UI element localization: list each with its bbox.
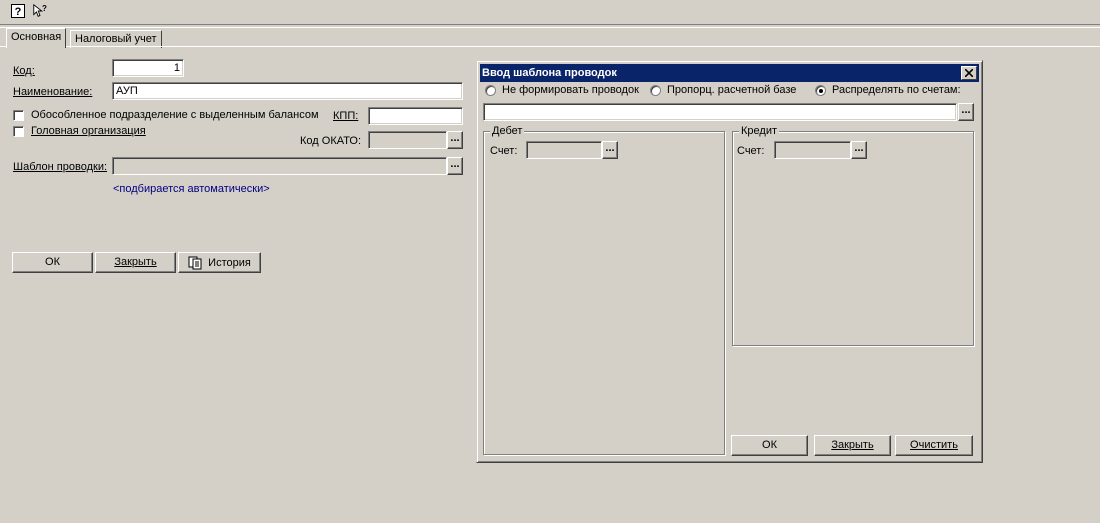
- toolbar-divider: [0, 24, 1100, 28]
- head-org-label: Головная организация: [31, 125, 146, 137]
- kpp-field[interactable]: [368, 107, 463, 125]
- debit-account-browse-button[interactable]: ...: [602, 141, 618, 159]
- dialog-ok-button[interactable]: ОК: [731, 435, 808, 456]
- head-org-checkbox[interactable]: [13, 126, 24, 137]
- separate-unit-checkbox[interactable]: [13, 110, 24, 121]
- credit-account-field[interactable]: [774, 141, 851, 159]
- close-button[interactable]: Закрыть: [95, 252, 176, 273]
- accounts-browse-button[interactable]: ...: [958, 103, 974, 121]
- code-label: Код:: [13, 65, 35, 77]
- dialog-close-icon[interactable]: [961, 66, 977, 80]
- accounts-field[interactable]: [483, 103, 957, 121]
- radio-no-entries-label: Не формировать проводок: [502, 84, 639, 96]
- tab-main-label: Основная: [11, 31, 62, 43]
- debit-account-label: Счет:: [490, 145, 518, 157]
- dialog-clear-button[interactable]: Очистить: [895, 435, 973, 456]
- name-field[interactable]: АУП: [112, 82, 463, 100]
- radio-distribute[interactable]: [815, 85, 826, 96]
- svg-text:?: ?: [42, 4, 47, 13]
- svg-text:?: ?: [15, 6, 22, 18]
- debit-group-title: Дебет: [490, 125, 525, 137]
- kpp-label: КПП:: [333, 110, 359, 122]
- tab-tax-accounting-label: Налоговый учет: [75, 33, 157, 45]
- okato-browse-button[interactable]: ...: [447, 131, 463, 149]
- credit-group: [732, 131, 974, 346]
- template-hint[interactable]: <подбирается автоматически>: [113, 183, 270, 196]
- tab-strip-line: [0, 46, 1100, 47]
- radio-distribute-label: Распределять по счетам:: [832, 84, 961, 96]
- toolbar: ? ?: [0, 0, 1100, 24]
- template-browse-button[interactable]: ...: [447, 157, 463, 175]
- separate-unit-label: Обособленное подразделение с выделенным …: [31, 109, 319, 121]
- code-field[interactable]: 1: [112, 59, 184, 77]
- dialog-title: Ввод шаблона проводок: [482, 67, 617, 79]
- credit-group-title: Кредит: [739, 125, 780, 137]
- help-icon[interactable]: ?: [10, 3, 26, 19]
- radio-proportional-label: Пропорц. расчетной базе: [667, 84, 797, 96]
- radio-no-entries[interactable]: [485, 85, 496, 96]
- whats-this-pointer-icon[interactable]: ?: [32, 3, 48, 19]
- tab-main[interactable]: Основная: [6, 28, 67, 48]
- dialog-titlebar[interactable]: Ввод шаблона проводок: [480, 64, 979, 82]
- history-button[interactable]: История: [178, 252, 261, 273]
- credit-account-browse-button[interactable]: ...: [851, 141, 867, 159]
- ok-button[interactable]: ОК: [12, 252, 93, 273]
- name-label: Наименование:: [13, 86, 93, 98]
- template-label: Шаблон проводки:: [13, 161, 108, 173]
- entry-template-dialog: Ввод шаблона проводок Не формировать про…: [476, 60, 983, 463]
- okato-label: Код ОКАТО:: [300, 135, 362, 147]
- debit-account-field[interactable]: [526, 141, 602, 159]
- history-icon: [188, 256, 202, 270]
- debit-group: [483, 131, 725, 455]
- okato-field[interactable]: [368, 131, 447, 149]
- template-field[interactable]: [112, 157, 447, 175]
- credit-account-label: Счет:: [737, 145, 765, 157]
- history-label: История: [208, 256, 251, 269]
- dialog-close-button[interactable]: Закрыть: [814, 435, 891, 456]
- radio-proportional[interactable]: [650, 85, 661, 96]
